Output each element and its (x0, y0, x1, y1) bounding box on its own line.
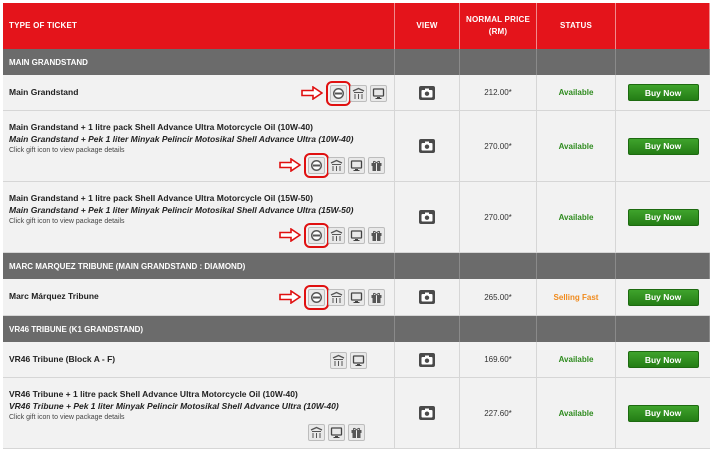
seat-badge-icon[interactable] (304, 153, 329, 178)
seat-badge-icon[interactable] (304, 285, 329, 310)
camera-icon[interactable] (419, 290, 435, 304)
buy-now-button[interactable]: Buy Now (627, 137, 699, 155)
seat-badge-icon[interactable] (326, 81, 351, 106)
header-action (616, 3, 710, 49)
ticket-price: 270.00* (484, 212, 512, 222)
ticket-price: 265.00* (484, 292, 512, 302)
buy-now-button[interactable]: Buy Now (627, 288, 699, 306)
table-row: VR46 Tribune (Block A - F) 169.60* Avail… (3, 342, 710, 378)
red-arrow-icon (279, 228, 301, 242)
tv-screen-icon[interactable] (348, 157, 365, 174)
table-row: Main Grandstand 212.00* Available Buy No… (3, 75, 710, 111)
covered-stand-icon[interactable] (350, 85, 367, 102)
header-type: TYPE OF TICKET (3, 3, 395, 49)
header-price-label: NORMAL PRICE (RM) (465, 15, 531, 36)
camera-icon[interactable] (419, 85, 435, 100)
header-view: VIEW (395, 3, 460, 49)
section-header: MAIN GRANDSTAND (3, 49, 710, 75)
header-normal-price: NORMAL PRICE (RM) (460, 3, 537, 49)
gift-hint: Click gift icon to view package details (9, 218, 125, 225)
ticket-name: Main Grandstand + 1 litre pack Shell Adv… (9, 193, 313, 203)
ticket-name-malay: Main Grandstand + Pek 1 liter Minyak Pel… (9, 205, 354, 215)
buy-now-button[interactable]: Buy Now (627, 404, 699, 422)
seat-badge-icon[interactable] (304, 223, 329, 248)
gift-hint: Click gift icon to view package details (9, 147, 125, 154)
ticket-name: VR46 Tribune + 1 litre pack Shell Advanc… (9, 389, 298, 399)
tv-screen-icon[interactable] (350, 352, 367, 369)
gift-icon[interactable] (348, 424, 365, 441)
tv-screen-icon[interactable] (328, 424, 345, 441)
buy-now-button[interactable]: Buy Now (627, 84, 699, 101)
table-row: Marc Márquez Tribune 265.00* Selling Fas… (3, 279, 710, 316)
tv-screen-icon[interactable] (348, 289, 365, 306)
table-header: TYPE OF TICKET VIEW NORMAL PRICE (RM) STA… (3, 3, 710, 49)
covered-stand-icon[interactable] (328, 289, 345, 306)
status-badge: Available (558, 141, 594, 151)
gift-hint: Click gift icon to view package details (9, 414, 125, 421)
red-arrow-icon (279, 158, 301, 172)
section-header: MARC MARQUEZ TRIBUNE (MAIN GRANDSTAND : … (3, 253, 710, 279)
red-arrow-icon (301, 86, 323, 100)
section-header: VR46 TRIBUNE (K1 GRANDSTAND) (3, 316, 710, 342)
table-row: VR46 Tribune + 1 litre pack Shell Advanc… (3, 378, 710, 449)
red-arrow-icon (279, 290, 301, 304)
status-badge: Available (558, 355, 594, 364)
ticket-name-malay: Main Grandstand + Pek 1 liter Minyak Pel… (9, 134, 354, 144)
gift-icon[interactable] (368, 289, 385, 306)
covered-stand-icon[interactable] (308, 424, 325, 441)
buy-now-button[interactable]: Buy Now (627, 208, 699, 226)
ticket-price: 227.60* (484, 408, 512, 418)
section-title: MAIN GRANDSTAND (3, 49, 395, 75)
camera-icon[interactable] (419, 139, 435, 153)
table-row: Main Grandstand + 1 litre pack Shell Adv… (3, 182, 710, 253)
ticket-name-malay: VR46 Tribune + Pek 1 liter Minyak Pelinc… (9, 401, 339, 411)
gift-icon[interactable] (368, 227, 385, 244)
ticket-price: 169.60* (484, 355, 512, 364)
header-status: STATUS (537, 3, 616, 49)
section-title: MARC MARQUEZ TRIBUNE (MAIN GRANDSTAND : … (3, 253, 395, 279)
covered-stand-icon[interactable] (330, 352, 347, 369)
status-badge: Available (558, 212, 594, 222)
status-badge: Selling Fast (553, 292, 599, 302)
ticket-price: 270.00* (484, 141, 512, 151)
camera-icon[interactable] (419, 210, 435, 224)
camera-icon[interactable] (419, 406, 435, 420)
camera-icon[interactable] (419, 352, 435, 367)
buy-now-button[interactable]: Buy Now (627, 351, 699, 368)
gift-icon[interactable] (368, 157, 385, 174)
covered-stand-icon[interactable] (328, 227, 345, 244)
status-badge: Available (558, 88, 594, 97)
section-title: VR46 TRIBUNE (K1 GRANDSTAND) (3, 316, 395, 342)
tv-screen-icon[interactable] (370, 85, 387, 102)
table-row: Main Grandstand + 1 litre pack Shell Adv… (3, 111, 710, 182)
ticket-table: TYPE OF TICKET VIEW NORMAL PRICE (RM) STA… (3, 3, 710, 449)
covered-stand-icon[interactable] (328, 157, 345, 174)
tv-screen-icon[interactable] (348, 227, 365, 244)
ticket-price: 212.00* (484, 88, 512, 97)
ticket-name: Main Grandstand + 1 litre pack Shell Adv… (9, 122, 313, 132)
status-badge: Available (558, 408, 594, 418)
